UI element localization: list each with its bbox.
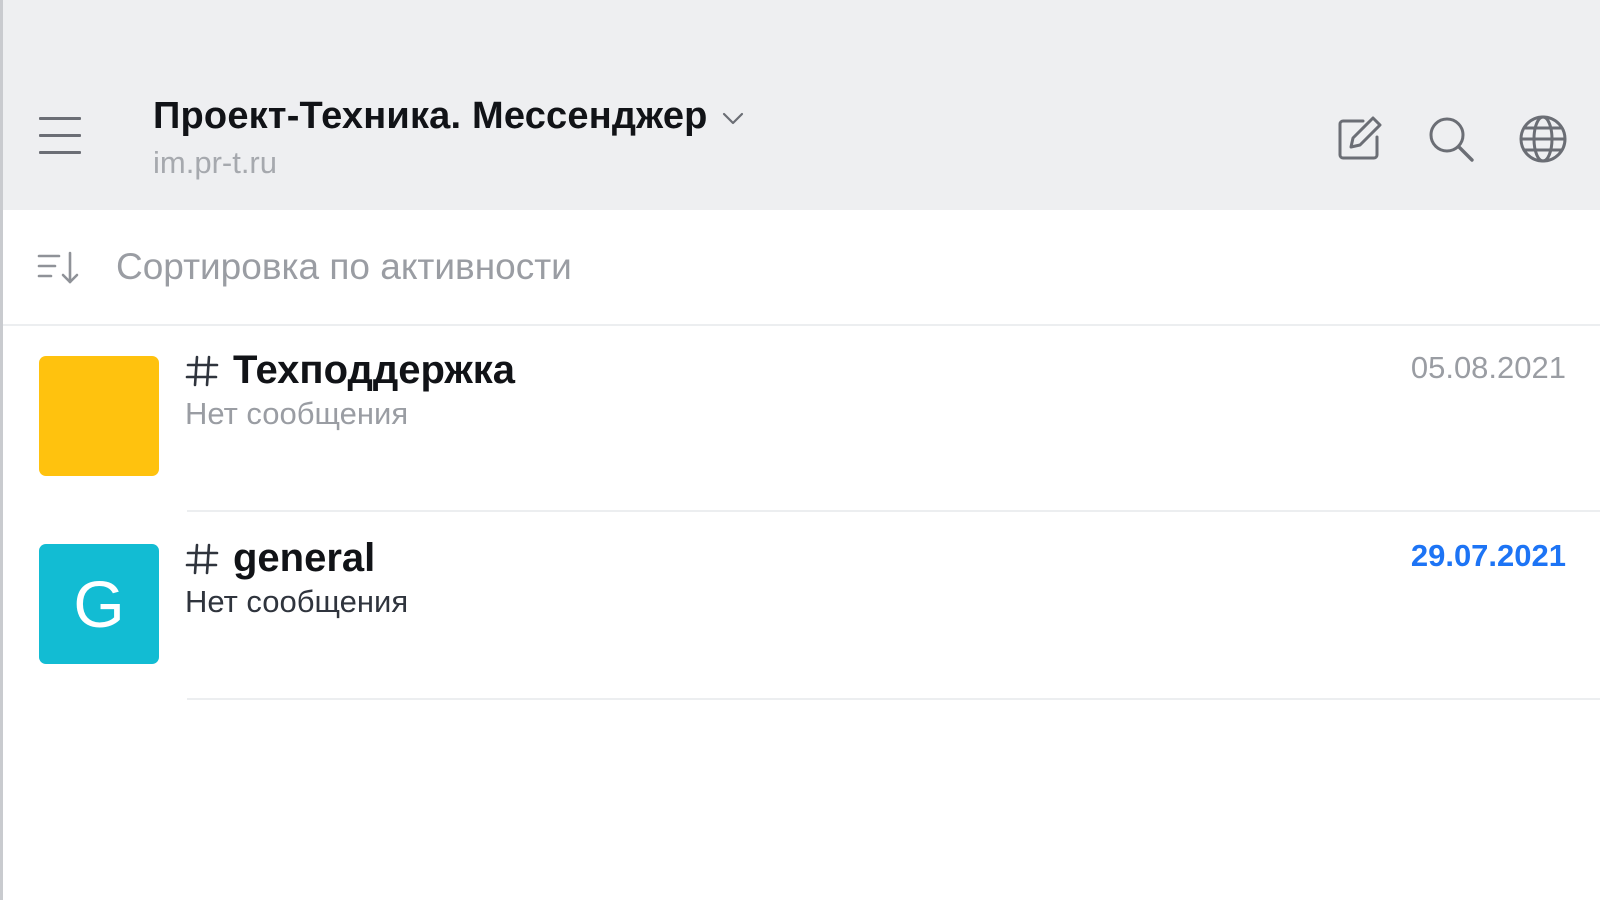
edit-icon — [1338, 116, 1382, 160]
sort-icon — [37, 251, 79, 284]
server-title: Проект-Техника. Мессенджер — [153, 95, 708, 137]
room-date: 29.07.2021 — [1410, 538, 1566, 573]
menu-button[interactable] — [39, 115, 83, 155]
room-avatar: G — [39, 544, 159, 664]
chevron-down-icon — [722, 112, 743, 124]
sort-label: Сортировка по активности — [116, 246, 572, 287]
header: Проект-Техника. Мессенджер im.pr-t.ru — [3, 0, 1600, 210]
globe-icon — [1519, 115, 1567, 163]
server-switcher[interactable]: Проект-Техника. Мессенджер — [153, 95, 744, 138]
room-date: 05.08.2021 — [1410, 350, 1566, 385]
room-last-message: Нет сообщения — [185, 584, 409, 619]
search-icon — [1429, 117, 1474, 162]
room-list-item[interactable]: Техподдержка Нет сообщения 05.08.2021 — [3, 326, 1600, 512]
room-avatar — [39, 356, 159, 476]
menu-icon-bar — [39, 134, 81, 137]
create-new-button[interactable] — [1333, 113, 1385, 165]
app-window: Проект-Техника. Мессенджер im.pr-t.ru Со… — [0, 0, 1600, 900]
divider — [187, 698, 1600, 700]
menu-icon-bar — [39, 151, 81, 154]
sort-toggle[interactable]: Сортировка по активности — [3, 210, 1600, 326]
room-list-item[interactable]: G general Нет сообщения 29.07.2021 — [3, 514, 1600, 700]
room-name: Техподдержка — [233, 348, 516, 392]
divider — [187, 510, 1600, 512]
room-name: general — [233, 536, 376, 580]
hash-icon — [185, 355, 219, 386]
room-title: Техподдержка — [185, 348, 515, 393]
room-title: general — [185, 536, 375, 581]
room-last-message: Нет сообщения — [185, 396, 409, 431]
menu-icon-bar — [39, 117, 81, 120]
hash-icon — [185, 543, 219, 574]
server-url: im.pr-t.ru — [153, 145, 277, 180]
directory-button[interactable] — [1517, 113, 1569, 165]
search-button[interactable] — [1425, 113, 1477, 165]
